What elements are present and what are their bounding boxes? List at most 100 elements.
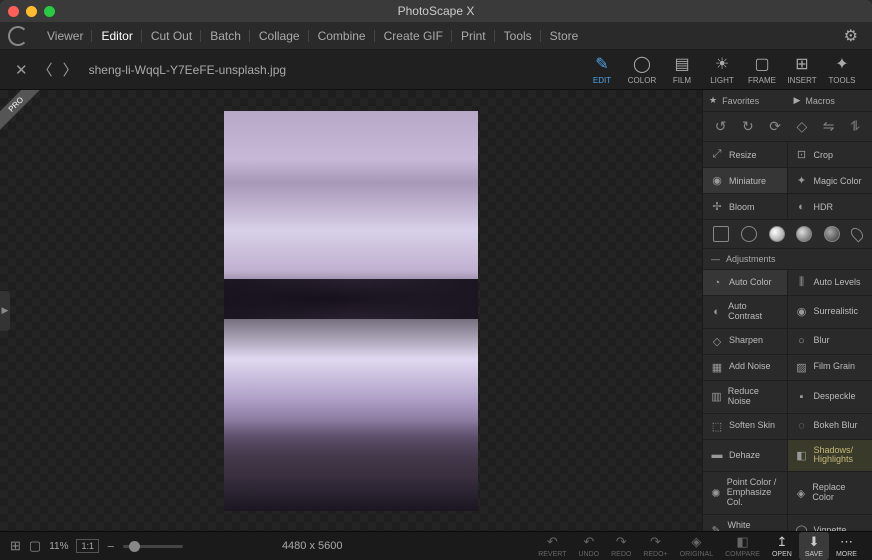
- edit-icon: ✎: [595, 54, 608, 74]
- mode-tab-tools[interactable]: ✦TOOLS: [822, 50, 862, 89]
- adj-despeckle[interactable]: ▪Despeckle: [788, 381, 872, 414]
- open-icon: ↥: [776, 534, 787, 550]
- replace-color-icon: ◈: [795, 487, 808, 500]
- sb-revert[interactable]: ↶REVERT: [533, 534, 571, 558]
- favorites-tab[interactable]: ★Favorites: [703, 90, 788, 111]
- tool-magic-color[interactable]: ✦Magic Color: [788, 168, 872, 194]
- adj-vignette[interactable]: ◯Vignette: [788, 515, 872, 531]
- bokeh-blur-icon: ◌: [795, 420, 809, 432]
- macros-tab[interactable]: ▶Macros: [788, 90, 872, 111]
- menu-combine[interactable]: Combine: [309, 22, 375, 50]
- sb-open[interactable]: ↥OPEN: [767, 534, 797, 558]
- canvas-area[interactable]: ▶: [0, 90, 702, 531]
- fit-icon[interactable]: ▢: [29, 538, 41, 554]
- adj-auto-contrast[interactable]: ◐Auto Contrast: [703, 296, 788, 329]
- magic-color-icon: ✦: [795, 174, 809, 187]
- preset-circles: [703, 220, 872, 249]
- mode-tab-film[interactable]: ▤FILM: [662, 50, 702, 89]
- mode-tab-frame[interactable]: ▢FRAME: [742, 50, 782, 89]
- preset-circle-1[interactable]: [741, 226, 757, 242]
- blur-icon: ○: [795, 335, 809, 347]
- resize-icon: ⤢: [710, 148, 724, 161]
- adj-blur[interactable]: ○Blur: [788, 329, 872, 355]
- sb-more[interactable]: ⋯MORE: [831, 534, 862, 558]
- adj-auto-levels[interactable]: ⫼Auto Levels: [788, 270, 872, 296]
- preset-circle-3[interactable]: [796, 226, 812, 242]
- sb-redo+[interactable]: ↷REDO+: [638, 534, 672, 558]
- menubar: ViewerEditorCut OutBatchCollageCombineCr…: [0, 22, 872, 50]
- adj-white-balance[interactable]: ✎White Balance: [703, 515, 788, 531]
- white-balance-icon: ✎: [710, 524, 723, 531]
- sb-compare[interactable]: ◧COMPARE: [720, 534, 765, 558]
- insert-icon: ⊞: [795, 54, 808, 74]
- maximize-window[interactable]: [44, 6, 55, 17]
- zoom-out-icon[interactable]: −: [107, 539, 115, 554]
- minimize-window[interactable]: [26, 6, 37, 17]
- panel-expand-handle[interactable]: ▶: [0, 291, 10, 331]
- flip-h-icon[interactable]: ⇋: [823, 118, 835, 135]
- film-grain-icon: ▨: [795, 361, 809, 374]
- sb-original[interactable]: ◈ORIGINAL: [675, 534, 718, 558]
- zoom-slider[interactable]: [123, 545, 183, 548]
- tool-hdr[interactable]: ◐HDR: [788, 194, 872, 220]
- preset-circle-4[interactable]: [824, 226, 840, 242]
- tool-resize[interactable]: ⤢Resize: [703, 142, 788, 168]
- right-panel: ★Favorites ▶Macros ↺ ↻ ⟳ ◇ ⇋ ⥮ ⤢Resize⊡C…: [702, 90, 872, 531]
- mode-tab-insert[interactable]: ⊞INSERT: [782, 50, 822, 89]
- next-file-icon[interactable]: 〉: [58, 59, 83, 80]
- revert-icon: ↶: [547, 534, 558, 550]
- sb-save[interactable]: ⬇SAVE: [799, 532, 829, 560]
- zoom-percent[interactable]: 11%: [49, 541, 68, 552]
- adj-bokeh-blur[interactable]: ◌Bokeh Blur: [788, 414, 872, 440]
- flip-v-icon[interactable]: ⥮: [850, 118, 860, 135]
- grid-icon[interactable]: ⊞: [10, 538, 21, 554]
- adj-add-noise[interactable]: ▦Add Noise: [703, 355, 788, 381]
- adj-point-color-emphasize-col-[interactable]: ✺Point Color / Emphasize Col.: [703, 472, 788, 515]
- rotate-angle-icon[interactable]: ⟳: [769, 118, 781, 135]
- rotate-left-icon[interactable]: ↺: [715, 118, 727, 135]
- tool-bloom[interactable]: ✢Bloom: [703, 194, 788, 220]
- menu-tools[interactable]: Tools: [495, 22, 541, 50]
- menu-cut-out[interactable]: Cut Out: [142, 22, 201, 50]
- settings-gear-icon[interactable]: ⚙: [838, 26, 864, 46]
- menu-editor[interactable]: Editor: [92, 22, 141, 50]
- sb-undo[interactable]: ↶UNDO: [573, 534, 604, 558]
- adj-reduce-noise[interactable]: ▥Reduce Noise: [703, 381, 788, 414]
- app-logo-icon[interactable]: [8, 26, 28, 46]
- sb-redo[interactable]: ↷REDO: [606, 534, 636, 558]
- tool-crop[interactable]: ⊡Crop: [788, 142, 872, 168]
- menu-create-gif[interactable]: Create GIF: [375, 22, 452, 50]
- adj-surrealistic[interactable]: ◉Surrealistic: [788, 296, 872, 329]
- adj-sharpen[interactable]: ◇Sharpen: [703, 329, 788, 355]
- tool-miniature[interactable]: ◉Miniature: [703, 168, 788, 194]
- preset-drop[interactable]: [849, 226, 866, 243]
- preset-square[interactable]: [713, 226, 729, 242]
- adj-replace-color[interactable]: ◈Replace Color: [788, 472, 872, 515]
- adj-shadows-highlights[interactable]: ◧Shadows/ Highlights: [788, 440, 872, 473]
- adj-soften-skin[interactable]: ⬚Soften Skin: [703, 414, 788, 440]
- edited-image[interactable]: [224, 111, 478, 511]
- mode-tab-color[interactable]: ◯COLOR: [622, 50, 662, 89]
- menu-collage[interactable]: Collage: [250, 22, 309, 50]
- mode-tab-light[interactable]: ☀LIGHT: [702, 50, 742, 89]
- mode-tab-edit[interactable]: ✎EDIT: [582, 50, 622, 89]
- menu-batch[interactable]: Batch: [201, 22, 250, 50]
- prev-file-icon[interactable]: 〈: [33, 59, 58, 80]
- adj-auto-color[interactable]: ◔Auto Color: [703, 270, 788, 296]
- rotate-right-icon[interactable]: ↻: [742, 118, 754, 135]
- adj-film-grain[interactable]: ▨Film Grain: [788, 355, 872, 381]
- close-window[interactable]: [8, 6, 19, 17]
- adj-dehaze[interactable]: ▬Dehaze: [703, 440, 788, 473]
- close-file-icon[interactable]: ✕: [10, 61, 33, 79]
- menu-store[interactable]: Store: [541, 22, 588, 50]
- collapse-icon: —: [711, 254, 720, 264]
- straighten-icon[interactable]: ◇: [797, 118, 808, 135]
- menu-print[interactable]: Print: [452, 22, 495, 50]
- sharpen-icon: ◇: [710, 335, 724, 348]
- preset-circle-2[interactable]: [769, 226, 785, 242]
- zoom-ratio[interactable]: 1:1: [76, 539, 99, 553]
- compare-icon: ◧: [736, 534, 748, 550]
- adjustments-header[interactable]: —Adjustments: [703, 249, 872, 270]
- save-icon: ⬇: [808, 534, 819, 550]
- menu-viewer[interactable]: Viewer: [38, 22, 92, 50]
